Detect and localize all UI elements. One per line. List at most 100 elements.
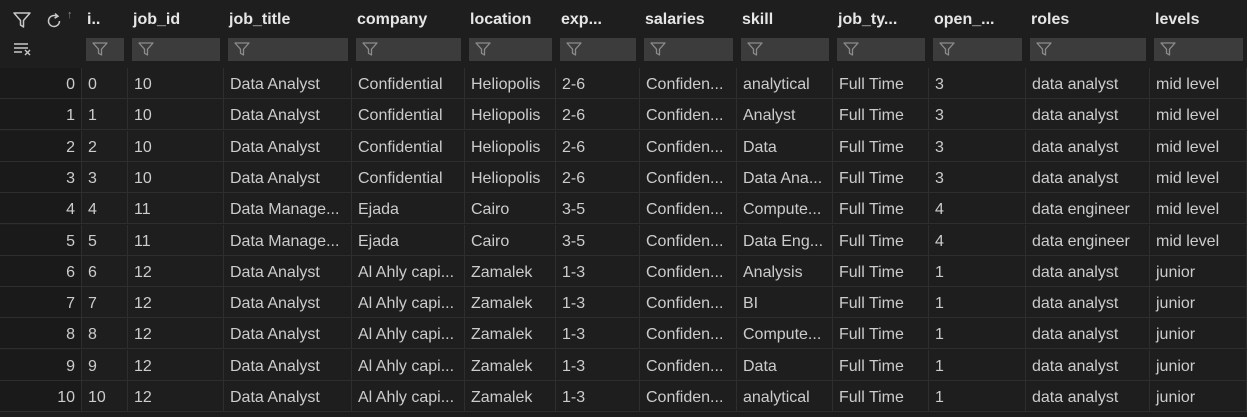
cell-job_type[interactable]: Full Time <box>833 131 929 162</box>
cell-roles[interactable]: data analyst <box>1026 162 1150 193</box>
column-filter-i[interactable] <box>86 38 124 61</box>
cell-roles[interactable]: data analyst <box>1026 318 1150 349</box>
cell-location[interactable]: Zamalek <box>465 256 556 287</box>
cell-job_type[interactable]: Full Time <box>833 68 929 99</box>
cell-i[interactable]: 9 <box>82 350 128 381</box>
cell-location[interactable]: Cairo <box>465 193 556 224</box>
cell-salaries[interactable]: Confiden... <box>640 162 737 193</box>
cell-exp[interactable]: 2-6 <box>556 162 640 193</box>
cell-open[interactable]: 4 <box>929 193 1026 224</box>
cell-location[interactable]: Zamalek <box>465 381 556 412</box>
cell-skill[interactable]: Compute... <box>737 193 833 224</box>
cell-job_type[interactable]: Full Time <box>833 193 929 224</box>
column-header-job_id[interactable]: job_id <box>128 0 224 36</box>
cell-i[interactable]: 8 <box>82 318 128 349</box>
cell-job_type[interactable]: Full Time <box>833 318 929 349</box>
table-row[interactable]: 9 9 12 Data Analyst Al Ahly capi... Zamalek 1-… <box>0 350 1247 381</box>
cell-exp[interactable]: 3-5 <box>556 225 640 256</box>
table-row[interactable]: 6 6 12 Data Analyst Al Ahly capi... Zamalek 1-… <box>0 256 1247 287</box>
cell-roles[interactable]: data analyst <box>1026 68 1150 99</box>
cell-job_type[interactable]: Full Time <box>833 225 929 256</box>
cell-exp[interactable]: 1-3 <box>556 256 640 287</box>
column-header-job_type[interactable]: job_ty... <box>833 0 929 36</box>
cell-skill[interactable]: Data <box>737 131 833 162</box>
cell-levels[interactable]: junior <box>1150 287 1247 318</box>
cell-levels[interactable]: mid level <box>1150 99 1247 130</box>
table-row[interactable]: 0 0 10 Data Analyst Confidential Heliopolis 2-… <box>0 68 1247 99</box>
cell-open[interactable]: 4 <box>929 225 1026 256</box>
cell-i[interactable]: 3 <box>82 162 128 193</box>
cell-salaries[interactable]: Confiden... <box>640 381 737 412</box>
column-header-i[interactable]: i.. <box>82 0 128 36</box>
cell-skill[interactable]: BI <box>737 287 833 318</box>
cell-i[interactable]: 6 <box>82 256 128 287</box>
cell-exp[interactable]: 2-6 <box>556 99 640 130</box>
cell-skill[interactable]: Data Ana... <box>737 162 833 193</box>
cell-levels[interactable]: mid level <box>1150 162 1247 193</box>
column-filter-job_type[interactable] <box>837 38 925 61</box>
cell-i[interactable]: 4 <box>82 193 128 224</box>
cell-job_type[interactable]: Full Time <box>833 99 929 130</box>
cell-company[interactable]: Al Ahly capi... <box>352 256 465 287</box>
cell-skill[interactable]: Data <box>737 350 833 381</box>
cell-job_id[interactable]: 10 <box>128 99 224 130</box>
cell-levels[interactable]: mid level <box>1150 131 1247 162</box>
cell-job_title[interactable]: Data Analyst <box>224 381 352 412</box>
cell-job_type[interactable]: Full Time <box>833 287 929 318</box>
cell-exp[interactable]: 1-3 <box>556 350 640 381</box>
cell-company[interactable]: Confidential <box>352 162 465 193</box>
cell-roles[interactable]: data analyst <box>1026 131 1150 162</box>
cell-job_title[interactable]: Data Manage... <box>224 225 352 256</box>
cell-i[interactable]: 0 <box>82 68 128 99</box>
cell-open[interactable]: 1 <box>929 350 1026 381</box>
column-header-location[interactable]: location <box>465 0 556 36</box>
cell-job_title[interactable]: Data Analyst <box>224 350 352 381</box>
cell-exp[interactable]: 3-5 <box>556 193 640 224</box>
column-filter-job_title[interactable] <box>228 38 348 61</box>
cell-levels[interactable]: junior <box>1150 256 1247 287</box>
cell-location[interactable]: Cairo <box>465 225 556 256</box>
cell-roles[interactable]: data analyst <box>1026 350 1150 381</box>
filter-icon[interactable] <box>13 12 31 33</box>
cell-i[interactable]: 5 <box>82 225 128 256</box>
cell-levels[interactable]: mid level <box>1150 68 1247 99</box>
cell-levels[interactable]: junior <box>1150 381 1247 412</box>
cell-i[interactable]: 2 <box>82 131 128 162</box>
column-filter-levels[interactable] <box>1154 38 1243 61</box>
sort-up-icon[interactable]: ↑ <box>67 9 73 21</box>
cell-salaries[interactable]: Confiden... <box>640 287 737 318</box>
column-header-skill[interactable]: skill <box>737 0 833 36</box>
cell-skill[interactable]: analytical <box>737 381 833 412</box>
cell-job_title[interactable]: Data Manage... <box>224 193 352 224</box>
cell-company[interactable]: Al Ahly capi... <box>352 287 465 318</box>
cell-job_type[interactable]: Full Time <box>833 256 929 287</box>
cell-job_id[interactable]: 12 <box>128 318 224 349</box>
cell-exp[interactable]: 2-6 <box>556 68 640 99</box>
cell-job_id[interactable]: 11 <box>128 193 224 224</box>
cell-salaries[interactable]: Confiden... <box>640 256 737 287</box>
cell-job_title[interactable]: Data Analyst <box>224 256 352 287</box>
table-row[interactable]: 10 10 12 Data Analyst Al Ahly capi... Zamalek… <box>0 381 1247 412</box>
cell-levels[interactable]: junior <box>1150 318 1247 349</box>
cell-location[interactable]: Heliopolis <box>465 162 556 193</box>
cell-salaries[interactable]: Confiden... <box>640 68 737 99</box>
cell-salaries[interactable]: Confiden... <box>640 99 737 130</box>
table-row[interactable]: 8 8 12 Data Analyst Al Ahly capi... Zamalek 1-… <box>0 318 1247 349</box>
cell-roles[interactable]: data analyst <box>1026 381 1150 412</box>
column-filter-exp[interactable] <box>560 38 636 61</box>
column-filter-open[interactable] <box>933 38 1022 61</box>
cell-roles[interactable]: data engineer <box>1026 193 1150 224</box>
cell-job_id[interactable]: 12 <box>128 256 224 287</box>
cell-job_title[interactable]: Data Analyst <box>224 287 352 318</box>
cell-job_title[interactable]: Data Analyst <box>224 68 352 99</box>
column-header-levels[interactable]: levels <box>1150 0 1247 36</box>
cell-open[interactable]: 3 <box>929 68 1026 99</box>
table-row[interactable]: 7 7 12 Data Analyst Al Ahly capi... Zamalek 1-… <box>0 287 1247 318</box>
cell-company[interactable]: Al Ahly capi... <box>352 350 465 381</box>
cell-roles[interactable]: data analyst <box>1026 256 1150 287</box>
cell-job_id[interactable]: 12 <box>128 287 224 318</box>
cell-roles[interactable]: data analyst <box>1026 287 1150 318</box>
cell-salaries[interactable]: Confiden... <box>640 350 737 381</box>
cell-salaries[interactable]: Confiden... <box>640 318 737 349</box>
cell-location[interactable]: Heliopolis <box>465 131 556 162</box>
